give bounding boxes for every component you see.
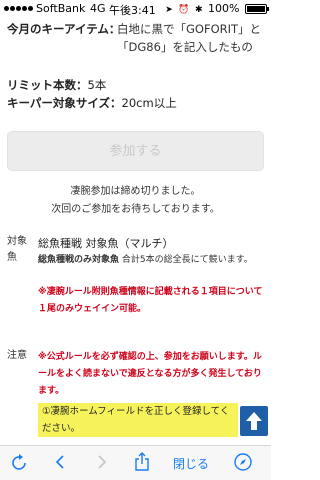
limit-label: リミット本数： — [7, 78, 88, 92]
location-icon: ➤ — [165, 5, 173, 15]
limit-value: 5本 — [87, 78, 107, 92]
home-field-notice: ①凄腕ホームフィールドを正しく登録してください。 — [38, 403, 238, 437]
signal-strength-icon — [4, 6, 34, 12]
closed-message-line2: 次回のご参加をお待ちしております。 — [51, 204, 220, 215]
reload-button[interactable] — [12, 453, 28, 475]
target-rule-note: ※凄腕ルール附則魚種情報に記載される１項目について１尾のみウェイイン可能。 — [38, 287, 263, 314]
key-item-value: 白地に黒で「GOFORIT」と「DG86」を記入したもの — [117, 22, 262, 54]
close-button[interactable]: 閉じる — [173, 455, 209, 472]
key-item-label: 今月のキーアイテム： — [7, 22, 121, 36]
chevron-left-icon — [55, 455, 64, 469]
closed-message-line1: 凄腕参加は締め切りました。 — [70, 186, 201, 197]
network-type: 4G — [90, 2, 106, 15]
target-desc-bold: 総魚種戦のみ対象魚 — [38, 255, 120, 265]
battery-percent: 100% — [208, 2, 240, 15]
size-value: 20cm以上 — [121, 96, 177, 110]
back-button[interactable] — [55, 454, 65, 474]
size-label: キーパー対象サイズ： — [7, 96, 122, 110]
note-warning: ※公式ルールを必ず確認の上、参加をお願いします。ルールをよく読まないで違反となる… — [38, 352, 262, 396]
status-bar: SoftBank 4G 午後3:41 ➤ ⏰ ✱ 100% — [0, 0, 271, 18]
scroll-to-top-button[interactable] — [240, 406, 268, 436]
target-description: 総魚種戦のみ対象魚 合計5本の総全長にて競います。 — [38, 252, 268, 268]
open-in-safari-button[interactable] — [233, 452, 253, 476]
share-button[interactable] — [134, 452, 150, 476]
status-right: ➤ ⏰ ✱ 100% — [165, 2, 269, 15]
target-heading: 総魚種戦 対象魚（マルチ） — [38, 237, 174, 250]
reload-icon — [12, 454, 26, 470]
target-label: 対象魚 — [7, 236, 27, 263]
share-icon — [135, 452, 149, 471]
browser-toolbar: 閉じる — [0, 445, 271, 480]
battery-icon — [245, 4, 269, 14]
target-desc-rest: 合計5本の総全長にて競います。 — [119, 255, 253, 265]
forward-button[interactable] — [97, 454, 107, 474]
join-button[interactable]: 参加する — [7, 131, 264, 171]
chevron-right-icon — [98, 455, 107, 469]
limit-row: リミット本数：5本 — [7, 76, 106, 94]
bluetooth-icon: ✱ — [195, 5, 203, 15]
arrow-up-icon — [246, 412, 262, 430]
clock: 午後3:41 — [109, 4, 156, 17]
note-label: 注意 — [7, 350, 27, 361]
size-row: キーパー対象サイズ：20cm以上 — [7, 94, 177, 112]
carrier-name: SoftBank — [36, 2, 86, 15]
compass-icon — [234, 453, 252, 471]
alarm-icon: ⏰ — [178, 5, 190, 15]
